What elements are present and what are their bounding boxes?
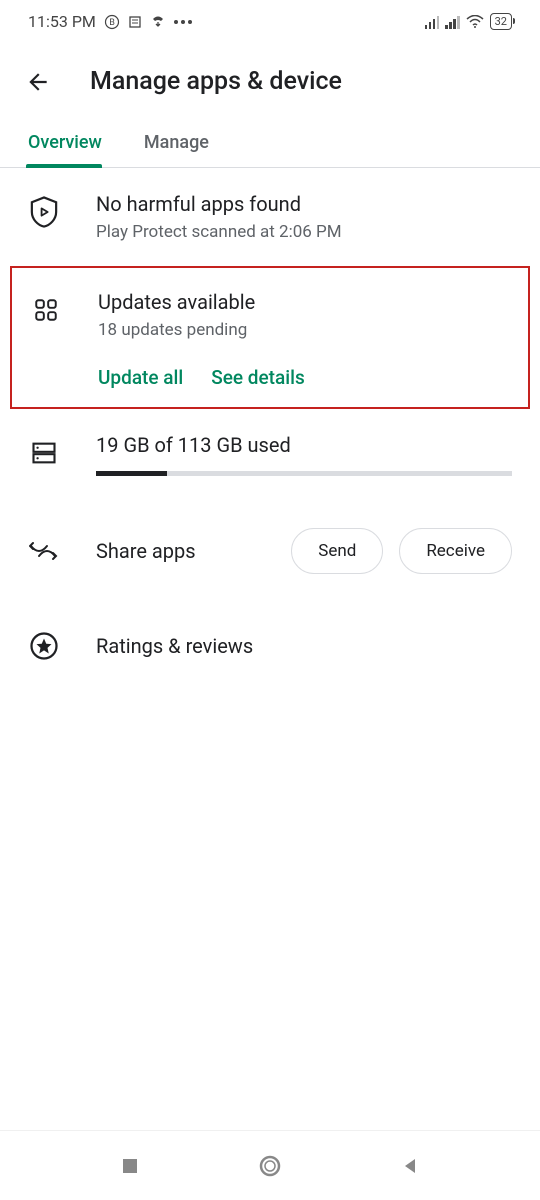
system-nav-bar	[0, 1130, 540, 1200]
signal-icon-1	[425, 15, 440, 29]
share-icon	[28, 535, 60, 567]
more-notifications-icon	[174, 20, 192, 24]
b-icon: B	[104, 14, 120, 30]
missed-call-icon	[150, 14, 166, 30]
storage-progress-fill	[96, 471, 167, 476]
back-button[interactable]	[24, 68, 52, 96]
page-title: Manage apps & device	[90, 67, 342, 96]
updates-subtitle: 18 updates pending	[98, 320, 510, 340]
status-bar: 11:53 PM B 32	[0, 0, 540, 39]
tab-manage[interactable]: Manage	[144, 118, 227, 167]
update-all-button[interactable]: Update all	[98, 366, 183, 389]
storage-progress	[96, 471, 512, 476]
tabs: Overview Manage	[0, 118, 540, 168]
ratings-row[interactable]: Ratings & reviews	[0, 598, 540, 694]
battery-icon: 32	[490, 13, 512, 30]
apps-grid-icon	[30, 294, 62, 326]
svg-text:B: B	[109, 18, 115, 28]
nav-back-button[interactable]	[398, 1154, 422, 1178]
updates-row: Updates available 18 updates pending Upd…	[10, 266, 530, 409]
protect-subtitle: Play Protect scanned at 2:06 PM	[96, 222, 512, 242]
storage-row[interactable]: 19 GB of 113 GB used	[0, 409, 540, 480]
status-time: 11:53 PM	[28, 12, 96, 31]
share-title: Share apps	[96, 539, 255, 563]
star-badge-icon	[28, 630, 60, 662]
receive-button[interactable]: Receive	[399, 528, 512, 574]
see-details-button[interactable]: See details	[211, 366, 305, 389]
notification-icon	[128, 15, 142, 29]
nav-home-button[interactable]	[258, 1154, 282, 1178]
shield-icon	[28, 196, 60, 228]
play-protect-row[interactable]: No harmful apps found Play Protect scann…	[0, 168, 540, 266]
header: Manage apps & device	[0, 39, 540, 118]
updates-title: Updates available	[98, 290, 510, 314]
send-button[interactable]: Send	[291, 528, 383, 574]
wifi-icon	[466, 15, 484, 29]
protect-title: No harmful apps found	[96, 192, 512, 216]
tab-overview[interactable]: Overview	[28, 118, 120, 167]
storage-icon	[28, 437, 60, 469]
share-apps-row: Share apps Send Receive	[0, 480, 540, 598]
nav-recent-button[interactable]	[118, 1154, 142, 1178]
ratings-title: Ratings & reviews	[96, 634, 512, 658]
signal-icon-2	[445, 15, 460, 29]
storage-title: 19 GB of 113 GB used	[96, 433, 512, 457]
